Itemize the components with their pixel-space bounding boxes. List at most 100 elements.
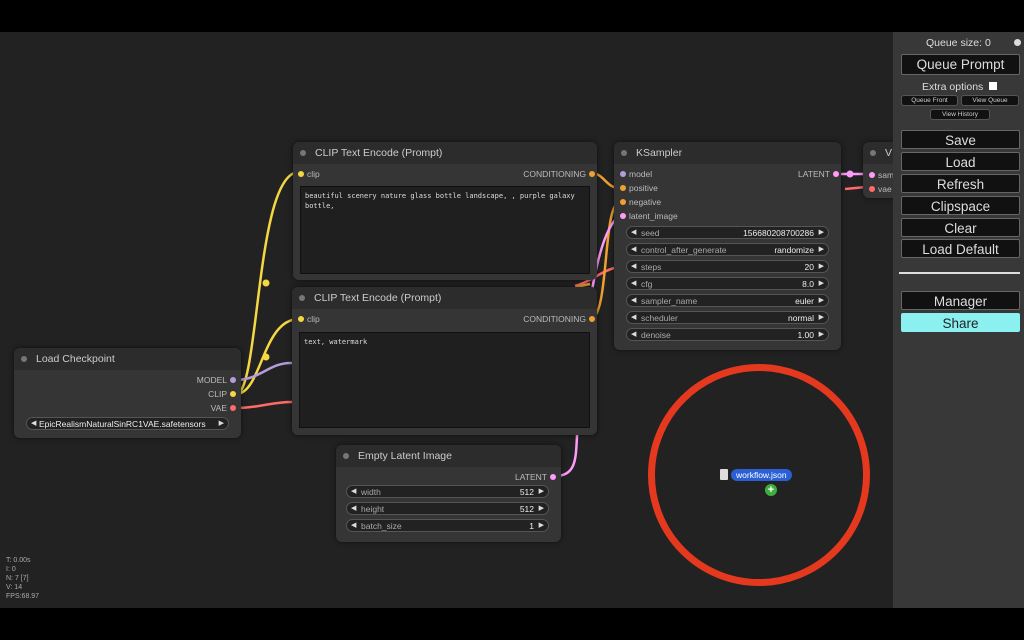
increment-arrow-icon[interactable]: ▶ — [819, 329, 824, 341]
manager-button[interactable]: Manager — [901, 291, 1020, 310]
widget-label: width — [361, 487, 381, 497]
slot-label: LATENT — [515, 472, 547, 482]
input-slot-negative[interactable]: negative — [620, 196, 662, 208]
output-slot-vae[interactable]: VAE — [210, 402, 236, 414]
slot-label: CONDITIONING — [523, 169, 586, 179]
output-slot-clip[interactable]: CLIP — [208, 388, 236, 400]
load-default-button[interactable]: Load Default — [901, 239, 1020, 258]
ksampler-node[interactable]: KSampler model positive negative latent_… — [614, 142, 841, 350]
increment-arrow-icon[interactable]: ▶ — [539, 486, 544, 498]
output-slot-latent[interactable]: LATENT — [515, 471, 556, 483]
widget-value: EpicRealismNaturalSinRC1VAE.safetensors — [39, 419, 206, 429]
collapse-dot-icon[interactable] — [21, 356, 27, 362]
increment-arrow-icon[interactable]: ▶ — [819, 312, 824, 324]
widget-ckpt-name[interactable]: ◀ EpicRealismNaturalSinRC1VAE.safetensors… — [26, 417, 229, 430]
decrement-arrow-icon[interactable]: ◀ — [631, 278, 636, 290]
menu-panel: Queue size: 0 Queue Prompt Extra options… — [893, 32, 1024, 608]
decrement-arrow-icon[interactable]: ◀ — [31, 418, 36, 430]
widget-steps[interactable]: ◀ steps 20 ▶ — [626, 260, 829, 273]
input-slot-vae[interactable]: vae — [869, 183, 892, 195]
input-slot-clip[interactable]: clip — [298, 313, 320, 325]
node-title[interactable]: Load Checkpoint — [14, 348, 241, 370]
slot-label: VAE — [210, 403, 227, 413]
widget-width[interactable]: ◀ width 512 ▶ — [346, 485, 549, 498]
output-slot-conditioning[interactable]: CONDITIONING — [523, 313, 595, 325]
extra-options-checkbox[interactable] — [989, 82, 997, 90]
load-button[interactable]: Load — [901, 152, 1020, 171]
slot-label: clip — [307, 169, 320, 179]
increment-arrow-icon[interactable]: ▶ — [819, 278, 824, 290]
decrement-arrow-icon[interactable]: ◀ — [351, 520, 356, 532]
prompt-textarea[interactable]: text, watermark — [299, 332, 590, 428]
decrement-arrow-icon[interactable]: ◀ — [631, 244, 636, 256]
slot-label: model — [629, 169, 653, 179]
node-title[interactable]: V — [863, 142, 893, 164]
refresh-button[interactable]: Refresh — [901, 174, 1020, 193]
decrement-arrow-icon[interactable]: ◀ — [631, 227, 636, 239]
increment-arrow-icon[interactable]: ▶ — [819, 244, 824, 256]
input-slot-latent-image[interactable]: latent_image — [620, 210, 678, 222]
dragged-file-label[interactable]: workflow.json — [731, 469, 792, 481]
node-title[interactable]: CLIP Text Encode (Prompt) — [292, 287, 597, 309]
load-checkpoint-node[interactable]: Load Checkpoint MODEL CLIP VAE ◀ EpicReal… — [14, 348, 241, 438]
slot-label: CLIP — [208, 389, 227, 399]
widget-sampler-name[interactable]: ◀ sampler_name euler ▶ — [626, 294, 829, 307]
slot-label: negative — [629, 197, 662, 207]
widget-cfg[interactable]: ◀ cfg 8.0 ▶ — [626, 277, 829, 290]
increment-arrow-icon[interactable]: ▶ — [819, 295, 824, 307]
input-slot-samples[interactable]: sam — [869, 169, 893, 181]
node-title-text: V — [885, 147, 893, 159]
view-history-button[interactable]: View History — [930, 109, 990, 120]
prompt-textarea[interactable]: beautiful scenery nature glass bottle la… — [300, 186, 590, 274]
input-slot-positive[interactable]: positive — [620, 182, 658, 194]
widget-batch-size[interactable]: ◀ batch_size 1 ▶ — [346, 519, 549, 532]
widget-value: 1.00 — [797, 330, 814, 340]
node-title[interactable]: KSampler — [614, 142, 841, 164]
collapse-dot-icon[interactable] — [621, 150, 627, 156]
share-button[interactable]: Share — [901, 313, 1020, 332]
widget-control-after-generate[interactable]: ◀ control_after_generate randomize ▶ — [626, 243, 829, 256]
widget-seed[interactable]: ◀ seed 156680208700286 ▶ — [626, 226, 829, 239]
widget-label: cfg — [641, 279, 653, 289]
collapse-dot-icon[interactable] — [300, 150, 306, 156]
input-slot-clip[interactable]: clip — [298, 168, 320, 180]
widget-label: batch_size — [361, 521, 402, 531]
widget-denoise[interactable]: ◀ denoise 1.00 ▶ — [626, 328, 829, 341]
increment-arrow-icon[interactable]: ▶ — [819, 261, 824, 273]
clip-text-encode-node-negative[interactable]: CLIP Text Encode (Prompt) clip CONDITION… — [292, 287, 597, 435]
output-slot-latent[interactable]: LATENT — [798, 168, 839, 180]
increment-arrow-icon[interactable]: ▶ — [539, 520, 544, 532]
decrement-arrow-icon[interactable]: ◀ — [631, 261, 636, 273]
decrement-arrow-icon[interactable]: ◀ — [631, 312, 636, 324]
vae-decode-node[interactable]: V sam vae — [863, 142, 893, 198]
increment-arrow-icon[interactable]: ▶ — [819, 227, 824, 239]
clear-button[interactable]: Clear — [901, 218, 1020, 237]
input-slot-model[interactable]: model — [620, 168, 653, 180]
decrement-arrow-icon[interactable]: ◀ — [351, 503, 356, 515]
panel-drag-handle-icon[interactable] — [1014, 39, 1021, 46]
empty-latent-image-node[interactable]: Empty Latent Image LATENT ◀ width 512 ▶ ◀ he… — [336, 445, 561, 542]
queue-prompt-button[interactable]: Queue Prompt — [901, 54, 1020, 75]
increment-arrow-icon[interactable]: ▶ — [539, 503, 544, 515]
save-button[interactable]: Save — [901, 130, 1020, 149]
collapse-dot-icon[interactable] — [343, 453, 349, 459]
view-queue-button[interactable]: View Queue — [961, 95, 1019, 106]
collapse-dot-icon[interactable] — [870, 150, 876, 156]
decrement-arrow-icon[interactable]: ◀ — [631, 295, 636, 307]
clipspace-button[interactable]: Clipspace — [901, 196, 1020, 215]
collapse-dot-icon[interactable] — [299, 295, 305, 301]
increment-arrow-icon[interactable]: ▶ — [219, 418, 224, 430]
queue-front-button[interactable]: Queue Front — [901, 95, 958, 106]
output-slot-conditioning[interactable]: CONDITIONING — [523, 168, 595, 180]
decrement-arrow-icon[interactable]: ◀ — [631, 329, 636, 341]
extra-options-label: Extra options — [922, 81, 984, 93]
slot-label: vae — [878, 184, 892, 194]
output-slot-model[interactable]: MODEL — [197, 374, 236, 386]
widget-height[interactable]: ◀ height 512 ▶ — [346, 502, 549, 515]
node-title[interactable]: CLIP Text Encode (Prompt) — [293, 142, 597, 164]
queue-size-label: Queue size: 0 — [926, 37, 991, 49]
node-title[interactable]: Empty Latent Image — [336, 445, 561, 467]
decrement-arrow-icon[interactable]: ◀ — [351, 486, 356, 498]
widget-scheduler[interactable]: ◀ scheduler normal ▶ — [626, 311, 829, 324]
clip-text-encode-node-positive[interactable]: CLIP Text Encode (Prompt) clip CONDITION… — [293, 142, 597, 280]
